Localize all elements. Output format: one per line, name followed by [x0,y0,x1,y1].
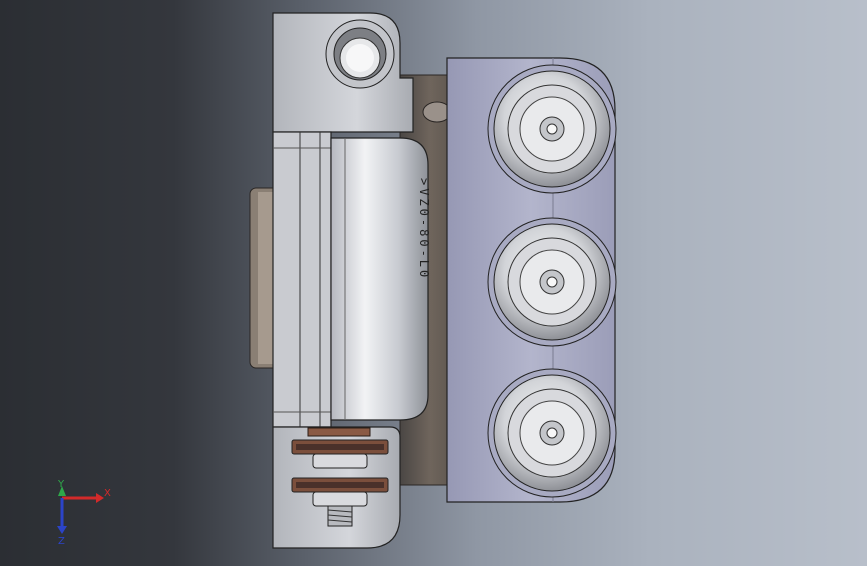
z-axis-label: Z [58,536,65,547]
y-axis-label: Y [57,479,65,490]
z-arrowhead-icon [57,526,67,534]
graphics-viewport[interactable]: >VZ0-80-L0 X Y Z [0,0,867,562]
engraving-text: >VZ0-80-L0 [417,178,431,280]
orientation-triad[interactable]: X Y Z [57,479,111,547]
x-arrowhead-icon [96,493,104,503]
piston-middle [487,217,617,347]
piston-bottom [487,368,617,498]
piston-top [487,64,617,194]
model-view[interactable]: >VZ0-80-L0 X Y Z [0,0,867,562]
x-axis-label: X [104,488,111,499]
bleed-port [325,19,395,89]
